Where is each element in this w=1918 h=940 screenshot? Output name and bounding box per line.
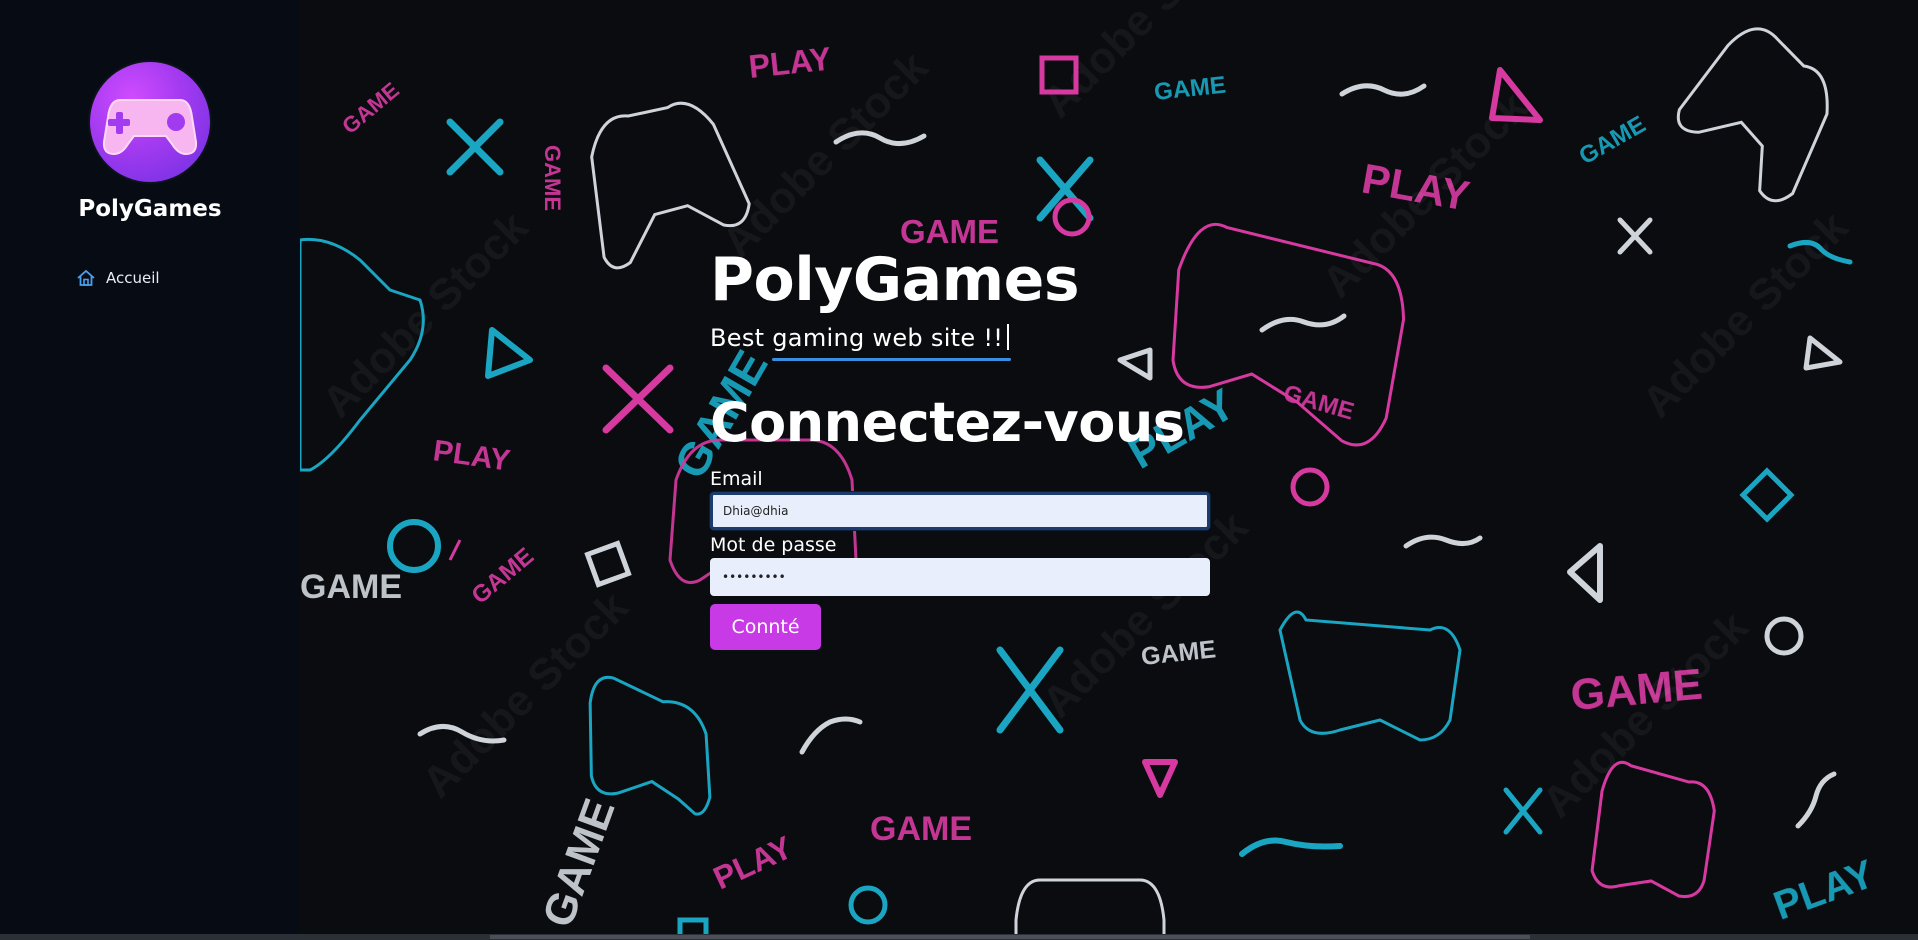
login-heading: Connectez-vous (710, 391, 1185, 454)
game-word: GAME (540, 145, 565, 211)
email-field[interactable] (710, 492, 1210, 530)
controller-outline (1676, 27, 1829, 203)
game-word: GAME (1280, 380, 1357, 426)
brand-name: PolyGames (78, 196, 222, 222)
watermark: Adobe Stock (412, 582, 637, 807)
login-panel: PolyGames Best gaming web site !! Connec… (710, 250, 1210, 650)
home-icon (77, 269, 95, 286)
cross-shape (1503, 787, 1543, 835)
squiggle-shape (799, 716, 863, 755)
circle-shape (1290, 467, 1330, 507)
game-word: GAME (1153, 72, 1227, 106)
circle-shape (1052, 197, 1092, 237)
squiggle-shape (1259, 313, 1347, 333)
play-word: PLAY (1768, 852, 1880, 929)
circle-shape (1764, 616, 1804, 656)
controller-outline (1278, 610, 1462, 742)
email-label: Email (710, 468, 763, 490)
squiggle-shape (1403, 534, 1483, 549)
horizontal-scrollbar[interactable] (0, 934, 1918, 940)
play-word: PLAY (747, 41, 833, 85)
cross-shape (602, 364, 674, 434)
triangle-shape (1142, 759, 1178, 798)
watermark: Adobe Stock (1632, 202, 1857, 427)
game-word: GAME (533, 793, 624, 934)
play-word: PLAY (431, 434, 512, 477)
game-word: GAME (870, 810, 972, 848)
watermark: Adobe Stock (312, 202, 537, 427)
controller-outline (448, 539, 462, 561)
squiggle-shape (1795, 771, 1837, 829)
sidebar-item-label: Accueil (106, 269, 160, 287)
cross-shape (1036, 156, 1094, 222)
game-word: GAME (467, 543, 540, 610)
gamepad-logo-icon (102, 99, 198, 156)
login-button[interactable]: Connté (710, 604, 821, 650)
square-shape (1739, 467, 1795, 523)
circle-shape (387, 519, 441, 573)
squiggle-shape (1239, 837, 1343, 857)
cross-shape (1617, 217, 1653, 255)
password-label: Mot de passe (710, 534, 837, 556)
typing-cursor (1007, 324, 1010, 350)
tagline-text: Best gaming web site !! (710, 324, 1004, 352)
sidebar-item-accueil[interactable]: Accueil (76, 268, 160, 288)
game-word: GAME (300, 568, 402, 606)
tagline-underline (772, 358, 1012, 361)
logo (90, 62, 210, 182)
watermark: Adobe Stock (1032, 0, 1257, 127)
triangle-shape (485, 327, 533, 379)
password-field[interactable] (710, 558, 1210, 596)
watermark: Adobe Stock (1532, 602, 1757, 827)
game-word: GAME (1575, 111, 1651, 170)
circle-shape (848, 885, 888, 925)
play-word: PLAY (708, 829, 798, 896)
page-title: PolyGames (710, 245, 1080, 315)
tagline: Best gaming web site !! (710, 324, 1012, 361)
scrollbar-thumb[interactable] (490, 935, 1530, 939)
controller-outline (1014, 878, 1166, 940)
squiggle-shape (1339, 83, 1427, 97)
triangle-shape (1803, 335, 1843, 371)
game-word: GAME (337, 77, 404, 139)
cross-shape (446, 118, 504, 176)
controller-outline (1590, 760, 1716, 899)
triangle-shape (1567, 543, 1603, 603)
square-shape (584, 540, 632, 588)
controller-outline (588, 675, 712, 816)
sidebar: PolyGames Accueil (0, 0, 300, 940)
